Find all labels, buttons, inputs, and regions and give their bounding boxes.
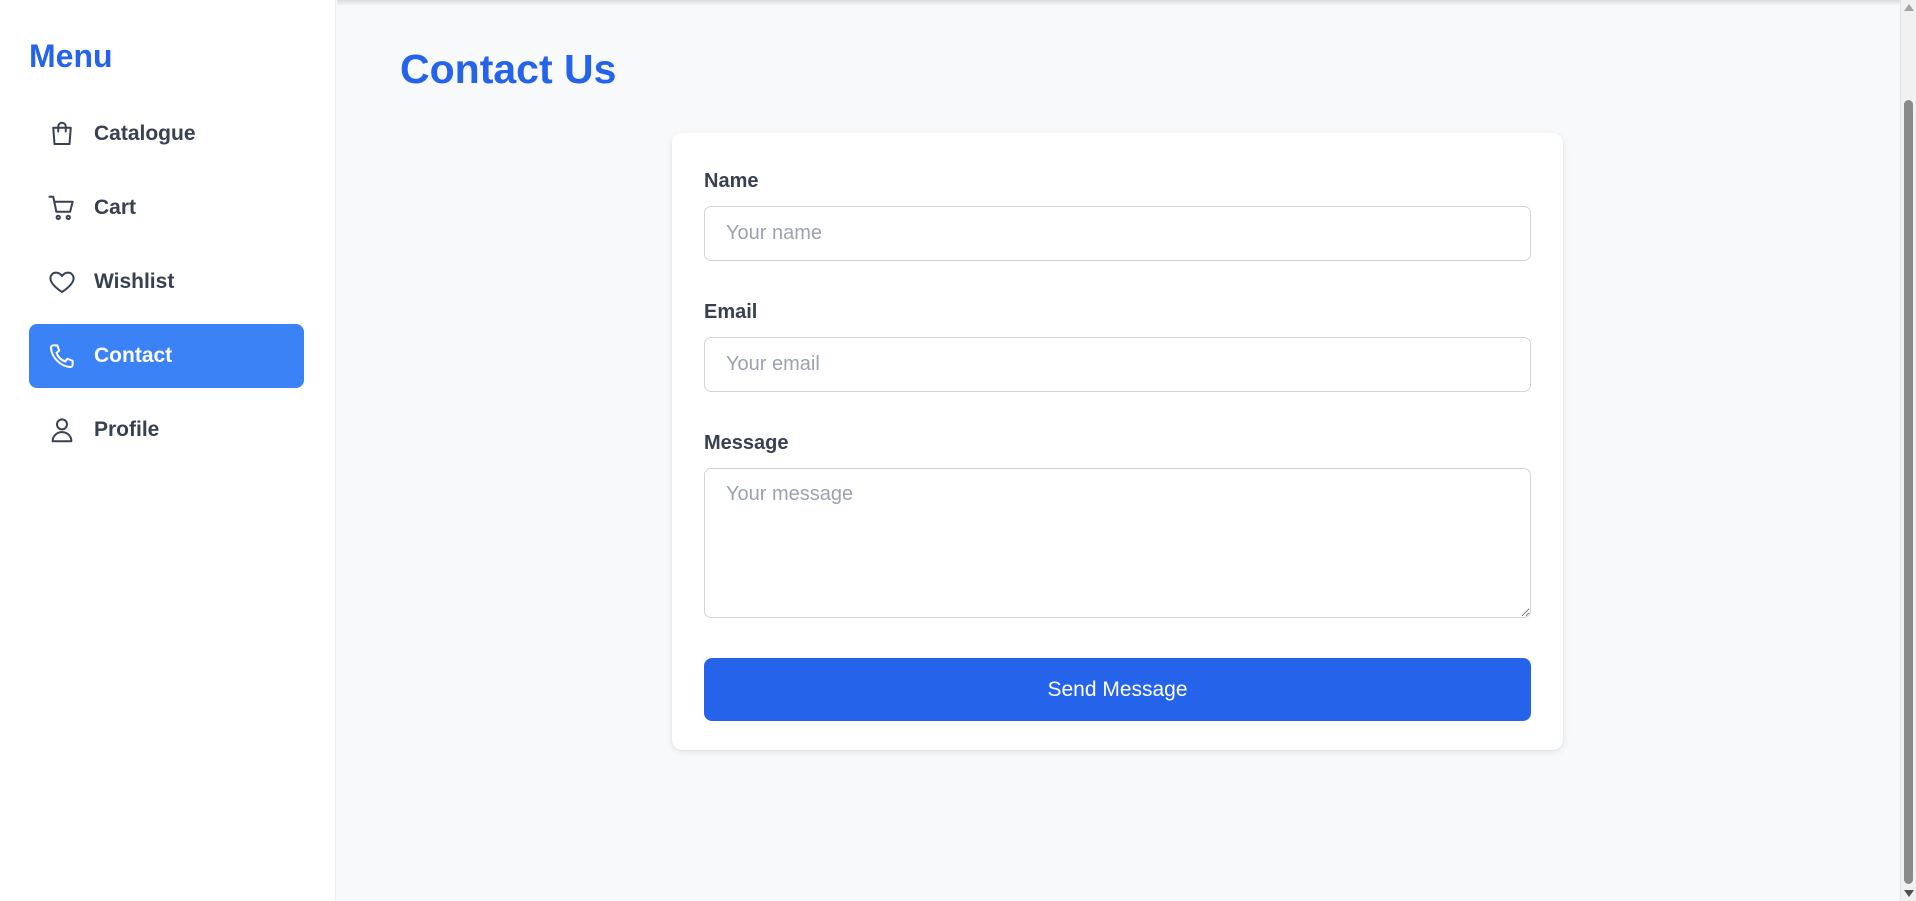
sidebar-item-label: Wishlist (94, 270, 175, 293)
message-textarea[interactable] (704, 468, 1531, 618)
name-label: Name (704, 170, 759, 192)
sidebar-item-label: Catalogue (94, 122, 196, 145)
sidebar-item-contact[interactable]: Contact (29, 324, 304, 388)
vertical-scrollbar[interactable] (1900, 0, 1916, 901)
cart-icon (46, 192, 78, 224)
send-message-button[interactable]: Send Message (704, 658, 1531, 721)
page-title: Contact Us (400, 46, 617, 92)
user-icon (46, 414, 78, 446)
menu-title: Menu (29, 38, 113, 74)
sidebar-item-wishlist[interactable]: Wishlist (29, 250, 304, 314)
scroll-down-arrow-icon[interactable] (1904, 890, 1914, 897)
phone-icon (46, 340, 78, 372)
sidebar-item-label: Profile (94, 418, 160, 441)
name-input[interactable] (704, 206, 1531, 261)
email-input[interactable] (704, 337, 1531, 392)
contact-form: Name Email Message Send Message (672, 133, 1563, 750)
sidebar-item-profile[interactable]: Profile (29, 398, 304, 462)
heart-icon (46, 266, 78, 298)
sidebar-item-label: Contact (94, 344, 173, 367)
shopping-bag-icon (46, 118, 78, 150)
email-label: Email (704, 301, 758, 323)
sidebar: Menu Catalogue Cart Wishlist Contact Pro… (0, 0, 336, 901)
app-window: Menu Catalogue Cart Wishlist Contact Pro… (0, 0, 1916, 901)
message-label: Message (704, 432, 789, 454)
sidebar-item-cart[interactable]: Cart (29, 176, 304, 240)
sidebar-item-catalogue[interactable]: Catalogue (29, 102, 304, 166)
top-shadow (337, 0, 1900, 6)
main-content: Contact Us Name Email Message Send Messa… (337, 0, 1900, 901)
scroll-thumb[interactable] (1904, 100, 1913, 884)
sidebar-item-label: Cart (94, 196, 137, 219)
scroll-up-arrow-icon[interactable] (1904, 4, 1914, 11)
